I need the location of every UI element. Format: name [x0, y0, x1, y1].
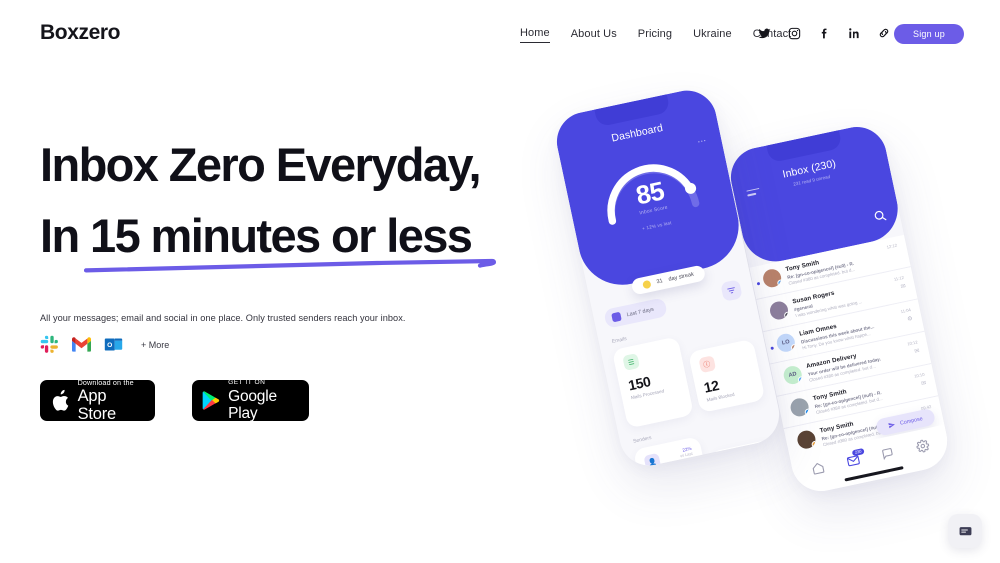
avatar: AD: [782, 364, 804, 386]
mail-icon[interactable]: 230: [845, 447, 865, 468]
avatar: [795, 428, 818, 451]
user-icon: 👤: [643, 452, 662, 471]
email-time: 11:12: [893, 274, 905, 282]
brand-logo[interactable]: Boxzero: [40, 21, 120, 45]
hero-headline-line-1: Inbox Zero Everyday,: [40, 138, 482, 191]
apple-icon: [52, 389, 69, 411]
avatar: [788, 396, 811, 419]
social-links: [757, 26, 891, 40]
svg-text:O: O: [107, 342, 112, 349]
app-store-small-label: Download on the: [77, 377, 134, 387]
unread-dot: [756, 282, 760, 286]
search-icon[interactable]: [872, 208, 887, 223]
send-icon: [888, 423, 895, 429]
outlook-icon: O: [104, 335, 123, 354]
avatar-initials: LO: [781, 339, 791, 347]
hero-headline-line-2: In 15 minutes or less: [40, 208, 473, 262]
chart-icon: ☰: [622, 353, 641, 371]
sign-up-button[interactable]: Sign up: [894, 24, 964, 44]
nav-link-home[interactable]: Home: [520, 27, 550, 43]
main-navigation: Home About Us Pricing Ukraine Contact: [520, 27, 791, 43]
avatar: [761, 267, 783, 289]
google-play-big-label: Google Play: [228, 387, 277, 422]
calendar-icon: [611, 311, 622, 323]
hero-subtext: All your messages; email and social in o…: [40, 313, 406, 323]
instagram-icon[interactable]: [787, 26, 801, 40]
google-play-small-label: GET IT ON: [228, 379, 266, 387]
stat-value: 455: [648, 467, 699, 470]
app-mockup-illustration: Inbox (230) 231 read 9 unread Tony Smith…: [505, 78, 1000, 528]
chat-bubble-glyph: [959, 526, 971, 535]
integration-logos: O + More: [40, 335, 510, 354]
email-time: 12:12: [886, 242, 898, 250]
home-icon[interactable]: [811, 460, 826, 475]
stat-percent-sub: vs Last: [679, 450, 693, 459]
avatar: [768, 299, 790, 322]
site-header: Boxzero Home About Us Pricing Ukraine Co…: [0, 0, 1000, 68]
app-store-button[interactable]: Download on the App Store: [40, 377, 155, 423]
mail-status-icon: ✉: [920, 380, 928, 388]
mail-status-icon: ✉: [900, 283, 907, 291]
compose-label: Compose: [899, 415, 924, 427]
menu-icon[interactable]: [746, 187, 761, 199]
facebook-icon[interactable]: [817, 26, 831, 40]
streak-label: day streak: [667, 271, 695, 283]
more-integrations-label[interactable]: + More: [141, 340, 169, 350]
nav-link-pricing[interactable]: Pricing: [638, 28, 672, 43]
user-icon: 👤: [719, 455, 737, 471]
gmail-icon: [72, 335, 91, 354]
dashboard-header: Dashboard ⋯ 85 Inbox Score + 12% vs last…: [551, 85, 747, 296]
landing-page: Boxzero Home About Us Pricing Ukraine Co…: [0, 0, 1000, 563]
stat-card[interactable]: ⓘ 12 Mails Blocked: [687, 338, 766, 414]
google-play-icon: [202, 391, 220, 410]
app-store-big-label: App Store: [77, 386, 117, 423]
stat-percent: 15%: [757, 448, 768, 456]
date-range-label: Last 7 days: [626, 306, 655, 318]
filter-button[interactable]: [720, 279, 743, 302]
linkedin-icon[interactable]: [847, 26, 861, 40]
avatar-initials: AD: [788, 371, 798, 379]
streak-count: 31: [656, 278, 664, 286]
store-badges: Download on the App Store GET IT ON Goog…: [40, 377, 510, 423]
phone-mockup-dashboard: Dashboard ⋯ 85 Inbox Score + 12% vs last…: [551, 85, 785, 471]
settings-icon[interactable]: [915, 438, 930, 453]
chat-bubble-icon[interactable]: [948, 514, 982, 548]
hero-headline-line-2-wrap: In 15 minutes or less: [40, 201, 496, 272]
google-play-button[interactable]: GET IT ON Google Play: [192, 379, 309, 422]
stat-card[interactable]: ☰ 150 Mails Processed: [611, 336, 694, 429]
alert-icon: ⓘ: [697, 355, 716, 374]
inbox-score-gauge: 85 Inbox Score + 12% vs last: [586, 137, 711, 233]
streak-icon: [642, 279, 652, 290]
hero-section: Inbox Zero Everyday, In 15 minutes or le…: [40, 130, 510, 423]
nav-link-about-us[interactable]: About Us: [571, 28, 617, 43]
stat-percent-sub: vs Last: [755, 453, 769, 461]
stat-card[interactable]: 👤 15% vs Last 12 Senders Blocked: [708, 438, 785, 471]
mail-status-icon: ✉: [913, 348, 921, 356]
slack-icon: [40, 335, 59, 354]
email-time: 10:12: [906, 339, 919, 347]
nav-link-ukraine[interactable]: Ukraine: [693, 28, 732, 43]
unread-dot: [769, 346, 774, 351]
date-range-filter[interactable]: Last 7 days: [603, 297, 668, 329]
chat-icon[interactable]: [880, 445, 895, 460]
more-options-icon[interactable]: ⋯: [696, 135, 708, 148]
link-icon[interactable]: [877, 26, 891, 40]
home-indicator: [844, 466, 904, 482]
mail-badge-count: 230: [851, 447, 865, 456]
stat-value: 12: [724, 470, 775, 471]
email-time: 10:10: [913, 371, 925, 379]
email-time: 11:04: [900, 307, 912, 315]
settings-small-icon: ⚙: [906, 315, 914, 323]
twitter-icon[interactable]: [757, 26, 771, 40]
avatar: LO: [775, 332, 797, 354]
